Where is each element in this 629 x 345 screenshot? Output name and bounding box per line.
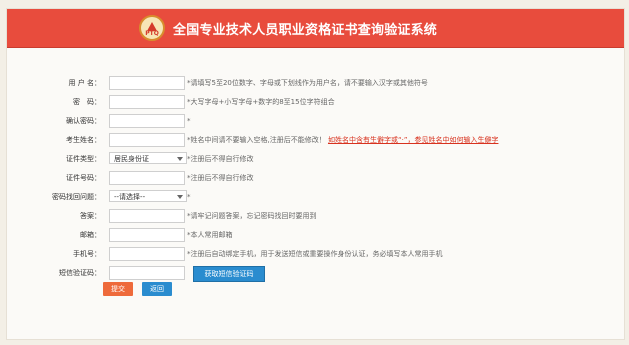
logo-text: PTQ: [145, 30, 159, 37]
row-answer: 答案： *请牢记问题答案，忘记密码找回时要用到: [7, 208, 624, 224]
page-frame: PTQ 全国专业技术人员职业资格证书查询验证系统 用 户 名： *请填写5至20…: [6, 8, 625, 340]
row-name: 考生姓名： *姓名中间请不要输入空格,注册后不能修改！ 如姓名中含有生僻字或“·…: [7, 132, 624, 148]
username-label: 用 户 名：: [68, 79, 101, 87]
email-input[interactable]: [109, 228, 185, 242]
name-hint-link[interactable]: 如姓名中含有生僻字或“·”，参见姓名中如何输入生僻字: [328, 136, 498, 144]
security-question-hint: *: [187, 193, 191, 201]
header-bar: PTQ 全国专业技术人员职业资格证书查询验证系统: [7, 9, 624, 48]
confirm-password-label: 确认密码：: [66, 117, 101, 125]
name-hint-text: *姓名中间请不要输入空格,注册后不能修改！: [187, 136, 326, 144]
id-type-hint: *注册后不得自行修改: [187, 155, 254, 163]
username-hint: *请填写5至20位数字、字母或下划线作为用户名，请不要输入汉字或其他符号: [187, 79, 428, 87]
username-input[interactable]: [109, 76, 185, 90]
ptq-logo: PTQ: [139, 15, 165, 41]
registration-form: 用 户 名： *请填写5至20位数字、字母或下划线作为用户名，请不要输入汉字或其…: [7, 75, 624, 282]
answer-input[interactable]: [109, 209, 185, 223]
row-phone: 手机号： *注册后自动绑定手机，用于发送短信或重要操作身份认证，务必填写本人常用…: [7, 246, 624, 262]
id-type-label: 证件类型：: [66, 155, 101, 163]
row-confirm-password: 确认密码： *: [7, 113, 624, 129]
confirm-password-input[interactable]: [109, 114, 185, 128]
phone-hint: *注册后自动绑定手机，用于发送短信或重要操作身份认证，务必填写本人常用手机: [187, 250, 443, 258]
row-sms-code: 短信验证码： 获取短信验证码: [7, 265, 624, 282]
email-label: 邮箱：: [80, 231, 101, 239]
back-button[interactable]: 返回: [142, 282, 172, 296]
password-label: 密 码：: [73, 98, 101, 106]
security-question-value: --请选择--: [114, 193, 146, 201]
get-sms-code-button[interactable]: 获取短信验证码: [193, 266, 265, 282]
row-id-number: 证件号码： *注册后不得自行修改: [7, 170, 624, 186]
confirm-password-hint: *: [187, 117, 191, 125]
password-hint: *大写字母+小写字母+数字的8至15位字符组合: [187, 98, 335, 106]
answer-label: 答案：: [80, 212, 101, 220]
id-type-select[interactable]: 居民身份证: [109, 152, 187, 164]
row-username: 用 户 名： *请填写5至20位数字、字母或下划线作为用户名，请不要输入汉字或其…: [7, 75, 624, 91]
id-number-label: 证件号码：: [66, 174, 101, 182]
row-email: 邮箱： *本人常用邮箱: [7, 227, 624, 243]
submit-button[interactable]: 提交: [103, 282, 133, 296]
id-number-hint: *注册后不得自行修改: [187, 174, 254, 182]
id-type-value: 居民身份证: [114, 155, 149, 163]
name-label: 考生姓名：: [66, 136, 101, 144]
page-title: 全国专业技术人员职业资格证书查询验证系统: [173, 23, 438, 38]
password-input[interactable]: [109, 95, 185, 109]
security-question-select[interactable]: --请选择--: [109, 190, 187, 202]
id-number-input[interactable]: [109, 171, 185, 185]
name-hint: *姓名中间请不要输入空格,注册后不能修改！ 如姓名中含有生僻字或“·”，参见姓名…: [187, 132, 498, 148]
email-hint: *本人常用邮箱: [187, 231, 233, 239]
phone-input[interactable]: [109, 247, 185, 261]
answer-hint: *请牢记问题答案，忘记密码找回时要用到: [187, 212, 317, 220]
sms-code-label: 短信验证码：: [59, 269, 101, 277]
chevron-down-icon: [177, 157, 183, 161]
row-id-type: 证件类型： 居民身份证 *注册后不得自行修改: [7, 151, 624, 167]
row-password: 密 码： *大写字母+小写字母+数字的8至15位字符组合: [7, 94, 624, 110]
row-security-question: 密码找回问题： --请选择-- *: [7, 189, 624, 205]
chevron-down-icon: [177, 195, 183, 199]
name-input[interactable]: [109, 133, 185, 147]
phone-label: 手机号：: [73, 250, 101, 258]
security-question-label: 密码找回问题：: [52, 193, 101, 201]
sms-code-input[interactable]: [109, 266, 185, 280]
